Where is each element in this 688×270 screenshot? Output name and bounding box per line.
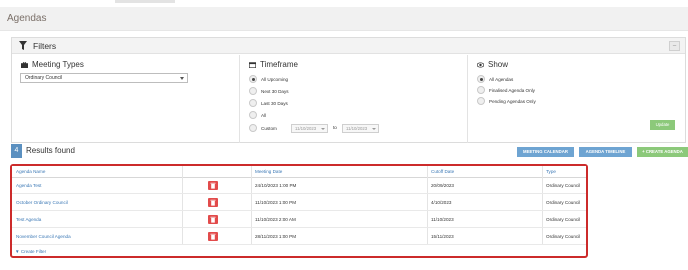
timeframe-option-last-30[interactable]: Last 30 Days <box>249 99 288 107</box>
show-title: Show <box>488 60 509 69</box>
type-cell: Ordinary Council <box>546 217 581 222</box>
delete-agenda-button[interactable] <box>208 232 218 241</box>
table-row: November Council Agenda 28/11/2023 1:00 … <box>12 229 586 245</box>
show-option-finalised[interactable]: Finalised Agenda Only <box>477 86 535 94</box>
create-filter-link[interactable]: ▼ Create Filter <box>15 249 46 254</box>
calendar-icon <box>249 61 256 68</box>
to-label: to <box>333 125 337 130</box>
results-label: Results found <box>26 146 75 155</box>
timeframe-section: Timeframe All Upcoming Next 30 Days Last… <box>240 55 468 143</box>
filters-panel: Filters – Meeting Types Ordinary Council… <box>11 37 686 143</box>
type-cell: Ordinary Council <box>546 200 581 205</box>
header-agenda-name[interactable]: Agenda Name <box>16 169 45 174</box>
show-option-all[interactable]: All Agendas <box>477 75 513 83</box>
header-type[interactable]: Type <box>546 169 556 174</box>
eye-icon <box>477 61 484 68</box>
top-bar-strip <box>115 0 175 3</box>
cutoff-date-cell: 15/11/2023 <box>431 234 454 239</box>
table-header: Agenda Name Meeting Date Cutoff Date Typ… <box>12 166 586 178</box>
radio-button[interactable] <box>249 99 257 107</box>
radio-button[interactable] <box>477 97 485 105</box>
meeting-date-cell: 11/10/2023 2:00 AM <box>255 217 296 222</box>
chevron-down-icon <box>321 128 325 130</box>
radio-button[interactable] <box>249 124 257 132</box>
cutoff-date-cell: 20/09/2023 <box>431 183 454 188</box>
custom-to-date[interactable]: 11/10/2023 <box>342 124 379 133</box>
meeting-date-cell: 11/10/2023 1:00 PM <box>255 200 297 205</box>
timeframe-title: Timeframe <box>260 60 298 69</box>
radio-button[interactable] <box>477 86 485 94</box>
meeting-types-section: Meeting Types Ordinary Council <box>12 55 240 143</box>
type-cell: Ordinary Council <box>546 234 581 239</box>
meeting-date-cell: 28/11/2023 1:00 PM <box>255 234 297 239</box>
meeting-type-selected: Ordinary Council <box>25 75 63 81</box>
table-row: October Ordinary Council 11/10/2023 1:00… <box>12 195 586 211</box>
radio-button[interactable] <box>249 75 257 83</box>
results-count-badge: 4 <box>11 144 22 158</box>
radio-button[interactable] <box>477 75 485 83</box>
meeting-calendar-button[interactable]: MEETING CALENDAR <box>517 147 574 157</box>
trash-icon <box>210 216 216 223</box>
type-cell: Ordinary Council <box>546 183 581 188</box>
page-title: Agendas <box>7 13 47 24</box>
agenda-table: Agenda Name Meeting Date Cutoff Date Typ… <box>10 164 588 258</box>
agenda-timeline-button[interactable]: AGENDA TIMELINE <box>579 147 632 157</box>
agenda-name-link[interactable]: Test Agenda <box>16 217 41 222</box>
table-row: Agenda Test 24/10/2023 1:00 PM 20/09/202… <box>12 178 586 194</box>
meeting-type-select[interactable]: Ordinary Council <box>20 73 188 83</box>
briefcase-icon <box>21 61 28 68</box>
header-meeting-date[interactable]: Meeting Date <box>255 169 282 174</box>
filters-title: Filters <box>33 41 57 51</box>
radio-button[interactable] <box>249 87 257 95</box>
filter-icon: ▼ <box>15 249 20 254</box>
meeting-date-cell: 24/10/2023 1:00 PM <box>255 183 297 188</box>
delete-agenda-button[interactable] <box>208 181 218 190</box>
timeframe-heading: Timeframe <box>249 60 298 69</box>
filters-header[interactable]: Filters – <box>12 38 685 54</box>
trash-icon <box>210 199 216 206</box>
custom-from-date[interactable]: 11/10/2023 <box>291 124 328 133</box>
cutoff-date-cell: 11/10/2023 <box>431 217 454 222</box>
cutoff-date-cell: 4/10/2023 <box>431 200 452 205</box>
show-option-pending[interactable]: Pending Agendas Only <box>477 97 536 105</box>
agenda-name-link[interactable]: Agenda Test <box>16 183 41 188</box>
header-cutoff-date[interactable]: Cutoff Date <box>431 169 454 174</box>
trash-icon <box>210 233 216 240</box>
meeting-types-title: Meeting Types <box>32 60 84 69</box>
table-row: Test Agenda 11/10/2023 2:00 AM 11/10/202… <box>12 212 586 228</box>
delete-agenda-button[interactable] <box>208 198 218 207</box>
show-heading: Show <box>477 60 508 69</box>
timeframe-option-custom[interactable]: Custom <box>249 124 277 132</box>
chevron-down-icon <box>180 77 184 80</box>
timeframe-option-all[interactable]: All <box>249 111 266 119</box>
funnel-icon <box>19 41 27 50</box>
delete-agenda-button[interactable] <box>208 215 218 224</box>
agenda-name-link[interactable]: October Ordinary Council <box>16 200 68 205</box>
collapse-filters-button[interactable]: – <box>669 41 680 51</box>
timeframe-option-next-30[interactable]: Next 30 Days <box>249 87 289 95</box>
top-bar <box>0 0 688 7</box>
update-button[interactable]: Update <box>650 120 675 130</box>
chevron-down-icon <box>372 128 376 130</box>
trash-icon <box>210 182 216 189</box>
meeting-types-heading: Meeting Types <box>21 60 84 69</box>
agenda-name-link[interactable]: November Council Agenda <box>16 234 71 239</box>
page-header: Agendas <box>0 7 688 31</box>
create-agenda-button[interactable]: + CREATE AGENDA <box>637 147 688 157</box>
radio-button[interactable] <box>249 111 257 119</box>
timeframe-option-all-upcoming[interactable]: All Upcoming <box>249 75 288 83</box>
